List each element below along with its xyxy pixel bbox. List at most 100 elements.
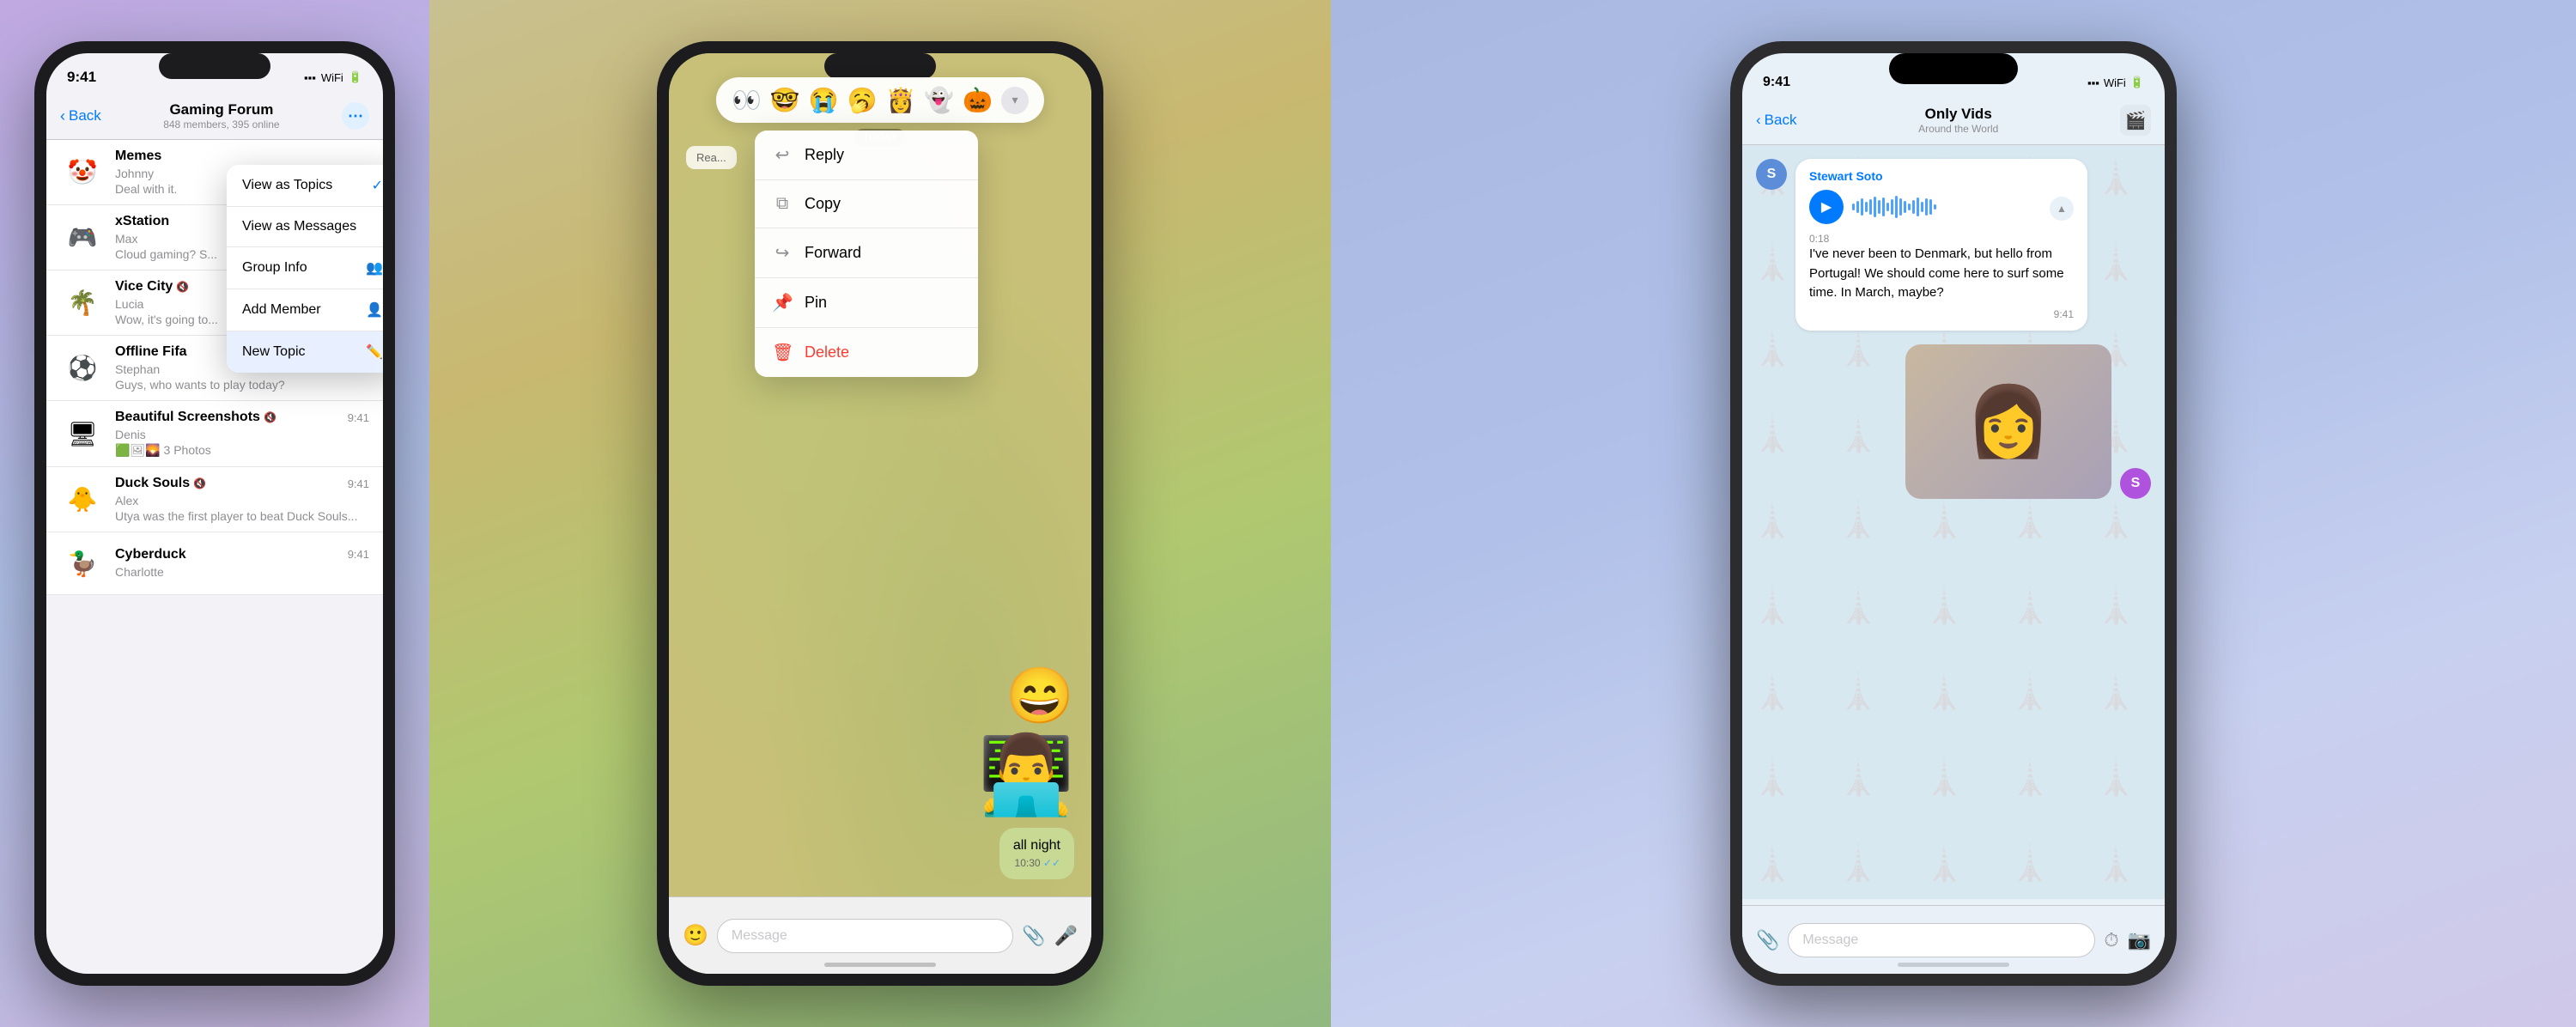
dropdown-item-view-messages[interactable]: View as Messages xyxy=(227,207,383,247)
chat-name: Offline Fifa xyxy=(115,344,187,360)
dropdown-item-group-info[interactable]: Group Info 👥 xyxy=(227,247,383,289)
mic-icon[interactable]: 🎤 xyxy=(1054,925,1078,947)
waveform-bar xyxy=(1934,204,1936,210)
nav-title-3: Only Vids Around the World xyxy=(1918,106,1998,135)
chat-preview: 🟩🖼🌄 3 Photos xyxy=(115,443,369,458)
camera-icon[interactable]: 📷 xyxy=(2128,929,2151,951)
context-item-copy[interactable]: ⧉ Copy xyxy=(755,180,978,228)
read-receipts-bar: Rea... xyxy=(686,146,737,169)
nav-title-1: Gaming Forum 848 members, 395 online xyxy=(163,101,279,131)
context-label: Pin xyxy=(805,294,827,312)
screen-3: 9:41 ▪▪▪ WiFi 🔋 ‹ Back Only Vids Around … xyxy=(1742,53,2165,974)
back-button-3[interactable]: ‹ Back xyxy=(1756,112,1796,129)
nav-bar-1: ‹ Back Gaming Forum 848 members, 395 onl… xyxy=(46,96,383,140)
avatar: 🐥 xyxy=(60,477,105,522)
attach-icon[interactable]: 📎 xyxy=(1022,925,1045,947)
messages-area: 😄 👨‍💻 all night 10:30 ✓✓ xyxy=(669,651,1091,896)
audio-player: ▶ xyxy=(1809,190,2074,224)
emoji-nerd[interactable]: 🤓 xyxy=(770,86,800,114)
channel-icon[interactable]: 🎬 xyxy=(2120,105,2151,136)
message-input-2[interactable]: Message xyxy=(717,919,1013,953)
home-indicator-2 xyxy=(824,963,936,967)
waveform-bar xyxy=(1929,199,1932,215)
play-button[interactable]: ▶ xyxy=(1809,190,1844,224)
collapse-button[interactable]: ▲ xyxy=(2050,197,2074,221)
audio-waveform xyxy=(1852,194,2041,220)
message-bubble: all night 10:30 ✓✓ xyxy=(999,828,1074,879)
chat-time: 9:41 xyxy=(348,411,369,424)
waveform-bar xyxy=(1852,204,1855,210)
context-item-reply[interactable]: ↩ Reply xyxy=(755,131,978,180)
pin-icon: 📌 xyxy=(772,292,793,313)
emoji-sleepy[interactable]: 🥱 xyxy=(848,86,878,114)
status-time-1: 9:41 xyxy=(67,69,96,86)
waveform-bar xyxy=(1895,196,1898,218)
chat-content: Beautiful Screenshots 🔇 9:41 Denis 🟩🖼🌄 3… xyxy=(115,410,369,458)
chat-background: 👀 🤓 😭 🥱 👸 👻 🎃 ▾ TODAY Rea... ↩ xyxy=(669,53,1091,974)
waveform-bar xyxy=(1886,203,1889,211)
dropdown-menu: View as Topics ✓ View as Messages Group … xyxy=(227,165,383,373)
photo-message-row: 👩 S xyxy=(1756,344,2151,499)
avatar: 🌴 xyxy=(60,281,105,325)
dropdown-item-view-topics[interactable]: View as Topics ✓ xyxy=(227,165,383,207)
reply-icon: ↩ xyxy=(772,144,793,166)
context-item-delete[interactable]: 🗑 Delete xyxy=(755,328,978,377)
chat-content: Duck Souls 🔇 9:41 Alex Utya was the firs… xyxy=(115,476,369,523)
chat-preview: Guys, who wants to play today? xyxy=(115,378,369,392)
smiley-icon[interactable]: 🙂 xyxy=(683,923,708,948)
signal-icon-3: ▪▪▪ xyxy=(2087,76,2099,89)
emoji-princess[interactable]: 👸 xyxy=(885,86,915,114)
context-item-pin[interactable]: 📌 Pin xyxy=(755,278,978,328)
avatar: 🦆 xyxy=(60,541,105,586)
dropdown-item-add-member[interactable]: Add Member 👤 xyxy=(227,289,383,331)
waveform-bar xyxy=(1874,197,1876,217)
dropdown-label: Group Info xyxy=(242,260,307,276)
check-icon: ✓ xyxy=(372,177,383,194)
more-button-1[interactable]: ⋯ xyxy=(342,102,369,130)
panel-2: 👀 🤓 😭 🥱 👸 👻 🎃 ▾ TODAY Rea... ↩ xyxy=(429,0,1331,1027)
signal-icon: ▪▪▪ xyxy=(304,71,316,84)
panel-1: 9:41 ▪▪▪ WiFi 🔋 ‹ Back Gaming Forum 848 … xyxy=(0,0,429,1027)
delete-icon: 🗑 xyxy=(772,342,793,363)
waveform-bar xyxy=(1899,198,1902,216)
message-time: 10:30 ✓✓ xyxy=(1013,857,1060,869)
emoji-cry[interactable]: 😭 xyxy=(809,86,839,114)
context-item-forward[interactable]: ↪ Forward xyxy=(755,228,978,278)
message-text-3: I've never been to Denmark, but hello fr… xyxy=(1809,245,2074,303)
chat-top: Beautiful Screenshots 🔇 9:41 xyxy=(115,410,369,425)
list-item[interactable]: 🦆 Cyberduck 9:41 Charlotte xyxy=(46,532,383,595)
dropdown-item-new-topic[interactable]: New Topic ✏️ xyxy=(227,331,383,373)
new-topic-icon: ✏️ xyxy=(366,343,383,361)
chat-name: Memes xyxy=(115,149,161,164)
message-input-3[interactable]: Message xyxy=(1788,923,2095,957)
emoji-expand-button[interactable]: ▾ xyxy=(1001,87,1029,114)
audio-duration: 0:18 xyxy=(1809,233,2074,245)
list-item[interactable]: 🖥 Beautiful Screenshots 🔇 9:41 Denis 🟩🖼🌄… xyxy=(46,401,383,467)
list-item[interactable]: 🐥 Duck Souls 🔇 9:41 Alex Utya was the fi… xyxy=(46,467,383,532)
waveform-bar xyxy=(1921,202,1923,212)
context-label: Copy xyxy=(805,195,841,213)
waveform-bar xyxy=(1878,200,1880,214)
home-indicator-3 xyxy=(1898,963,2009,967)
avatar-stewart: S xyxy=(1756,159,1787,190)
avatar: 🎮 xyxy=(60,216,105,260)
panel-3: 9:41 ▪▪▪ WiFi 🔋 ‹ Back Only Vids Around … xyxy=(1331,0,2576,1027)
mute-icon: 🔇 xyxy=(264,411,276,423)
chat-time: 9:41 xyxy=(348,548,369,561)
chat-top: Memes xyxy=(115,149,369,164)
battery-icon: 🔋 xyxy=(349,70,362,84)
emoji-eyes[interactable]: 👀 xyxy=(732,86,762,114)
chat-time: 9:41 xyxy=(348,477,369,490)
person-sticker: 👨‍💻 xyxy=(978,737,1074,814)
screen-2: 👀 🤓 😭 🥱 👸 👻 🎃 ▾ TODAY Rea... ↩ xyxy=(669,53,1091,974)
context-label: Delete xyxy=(805,343,849,362)
emoji-pumpkin[interactable]: 🎃 xyxy=(963,86,993,114)
emoji-ghost[interactable]: 👻 xyxy=(924,86,954,114)
back-button-1[interactable]: ‹ Back xyxy=(60,107,101,125)
wifi-icon: WiFi xyxy=(321,71,343,84)
waveform-bar xyxy=(1856,201,1859,213)
waveform-bar xyxy=(1869,199,1872,215)
status-time-3: 9:41 xyxy=(1763,75,1790,90)
clock-icon[interactable]: ⏱ xyxy=(2104,929,2118,951)
attach-icon-3[interactable]: 📎 xyxy=(1756,929,1779,951)
